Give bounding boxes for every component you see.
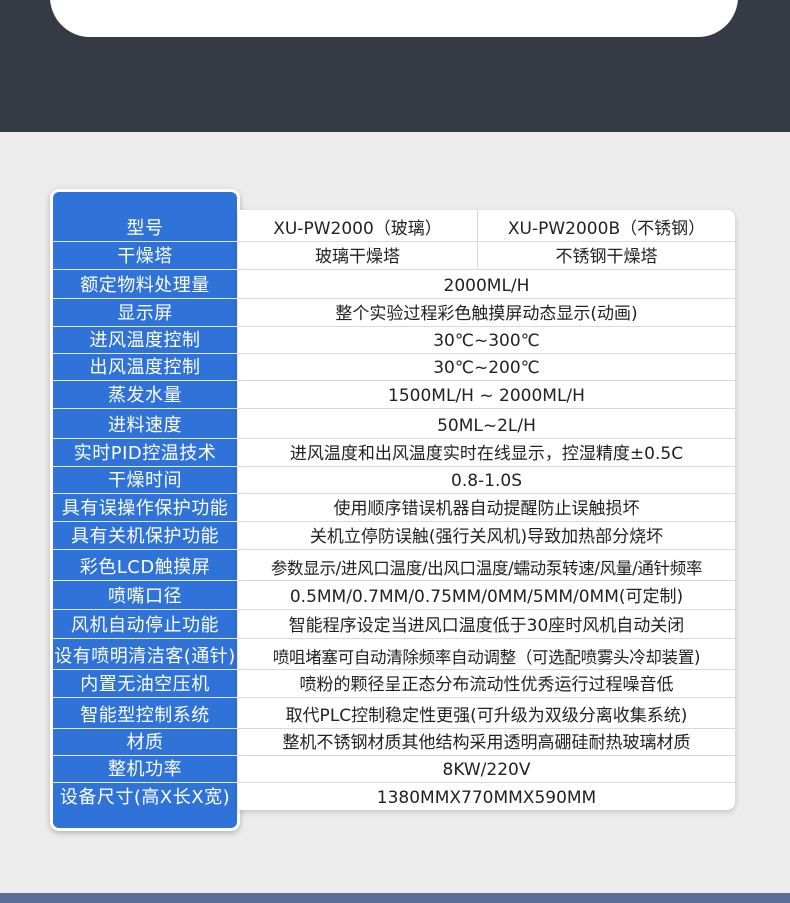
spec-row: 额定物料处理量 2000ML/H xyxy=(50,269,735,298)
spec-label: 型号 xyxy=(126,218,164,239)
spec-value: 不锈钢干燥塔 xyxy=(555,247,658,267)
spec-values: 参数显示/进风口温度/出风口温度/蠕动泵转速/风量/通针频率 xyxy=(238,549,735,580)
spec-values: 0.5MM/0.7MM/0.75MM/0MM/5MM/0MM(可定制) xyxy=(238,580,735,609)
spec-values: 8KW/220V xyxy=(238,755,735,782)
spec-values: 0.8-1.0S xyxy=(238,466,735,493)
spec-values: 智能程序设定当进风口温度低于30座时风机自动关闭 xyxy=(238,609,735,638)
spec-row: 干燥时间 0.8-1.0S xyxy=(50,466,735,493)
spec-label: 干燥时间 xyxy=(52,466,238,493)
spec-value: 0.8-1.0S xyxy=(451,471,522,491)
spec-value: 1500ML/H ~ 2000ML/H xyxy=(388,386,585,406)
spec-label: 彩色LCD触摸屏 xyxy=(52,549,238,580)
spec-values: 使用顺序错误机器自动提醒防止误触损坏 xyxy=(238,493,735,521)
spec-label: 额定物料处理量 xyxy=(52,269,238,298)
spec-row: 出风温度控制 30℃~200℃ xyxy=(50,353,735,380)
spec-value: 参数显示/进风口温度/出风口温度/蠕动泵转速/风量/通针频率 xyxy=(270,558,703,578)
spec-value: 进风温度和出风温度实时在线显示，控湿精度±0.5C xyxy=(289,444,684,464)
spec-label: 内置无油空压机 xyxy=(52,669,238,697)
bottom-strip xyxy=(0,893,790,903)
spec-values: 50ML~2L/H xyxy=(238,408,735,438)
spec-label: 进风温度控制 xyxy=(52,326,238,353)
spec-table: 型号 XU-PW2000（玻璃） XU-PW2000B（不锈钢） 干燥塔 玻璃干燥塔 不锈… xyxy=(50,189,735,831)
spec-row: 设有喷明清洁客(通针) 喷咀堵塞可自动清除频率自动调整（可选配喷雾头冷却装置) xyxy=(50,638,735,669)
spec-row: 内置无油空压机 喷粉的颗径呈正态分布流动性优秀运行过程噪音低 xyxy=(50,669,735,697)
spec-values: 取代PLC控制稳定性更强(可升级为双级分离收集系统) xyxy=(238,697,735,728)
spec-value: 30℃~200℃ xyxy=(433,358,540,378)
spec-row: 实时PID控温技术 进风温度和出风温度实时在线显示，控湿精度±0.5C xyxy=(50,438,735,466)
spec-values: 1500ML/H ~ 2000ML/H xyxy=(238,380,735,408)
spec-label: 整机功率 xyxy=(52,755,238,782)
spec-value: 8KW/220V xyxy=(442,760,531,780)
spec-row: 材质 整机不锈钢材质其他结构采用透明高硼硅耐热玻璃材质 xyxy=(50,728,735,755)
spec-row: 整机功率 8KW/220V xyxy=(50,755,735,782)
spec-label: 设有喷明清洁客(通针) xyxy=(52,638,238,669)
spec-values: 玻璃干燥塔 不锈钢干燥塔 xyxy=(238,241,735,269)
spec-value: 30℃~300℃ xyxy=(433,331,540,351)
spec-label: 干燥塔 xyxy=(52,241,238,269)
spec-row: 进风温度控制 30℃~300℃ xyxy=(50,326,735,353)
spec-value: 智能程序设定当进风口温度低于30座时风机自动关闭 xyxy=(288,616,685,636)
spec-label: 具有关机保护功能 xyxy=(52,521,238,549)
spec-label: 喷嘴口径 xyxy=(52,580,238,609)
spec-values: 喷咀堵塞可自动清除频率自动调整（可选配喷雾头冷却装置) xyxy=(238,638,735,669)
spec-row: 喷嘴口径 0.5MM/0.7MM/0.75MM/0MM/5MM/0MM(可定制) xyxy=(50,580,735,609)
spec-label: 显示屏 xyxy=(52,298,238,326)
spec-row: 具有关机保护功能 关机立停防误触(强行关风机)导致加热部分烧坏 xyxy=(50,521,735,549)
spec-row: 风机自动停止功能 智能程序设定当进风口温度低于30座时风机自动关闭 xyxy=(50,609,735,638)
spec-value: XU-PW2000B（不锈钢） xyxy=(507,219,706,239)
spec-label: 风机自动停止功能 xyxy=(52,609,238,638)
spec-value: 关机立停防误触(强行关风机)导致加热部分烧坏 xyxy=(309,527,664,547)
spec-label: 进料速度 xyxy=(52,408,238,438)
spec-values: 2000ML/H xyxy=(238,269,735,298)
spec-label: 实时PID控温技术 xyxy=(52,438,238,466)
spec-row: 进料速度 50ML~2L/H xyxy=(50,408,735,438)
spec-row: 型号 XU-PW2000（玻璃） XU-PW2000B（不锈钢） xyxy=(50,210,735,241)
spec-value: 玻璃干燥塔 xyxy=(238,242,478,269)
spec-label: 具有误操作保护功能 xyxy=(52,493,238,521)
spec-row: 蒸发水量 1500ML/H ~ 2000ML/H xyxy=(50,380,735,408)
spec-values: 1380MMX770MMX590MM xyxy=(238,782,735,810)
spec-label: 蒸发水量 xyxy=(52,380,238,408)
spec-value: 2000ML/H xyxy=(443,276,530,296)
spec-row: 智能型控制系统 取代PLC控制稳定性更强(可升级为双级分离收集系统) xyxy=(50,697,735,728)
spec-values: 喷粉的颗径呈正态分布流动性优秀运行过程噪音低 xyxy=(238,669,735,697)
spec-row: 显示屏 整个实验过程彩色触摸屏动态显示(动画) xyxy=(50,298,735,326)
spec-value: 1380MMX770MMX590MM xyxy=(376,788,597,808)
spec-row: 干燥塔 玻璃干燥塔 不锈钢干燥塔 xyxy=(50,241,735,269)
spec-value: 喷粉的颗径呈正态分布流动性优秀运行过程噪音低 xyxy=(299,675,674,695)
spec-values: 30℃~200℃ xyxy=(238,353,735,380)
spec-value: XU-PW2000（玻璃） xyxy=(238,210,478,241)
spec-value: 0.5MM/0.7MM/0.75MM/0MM/5MM/0MM(可定制) xyxy=(289,587,684,607)
spec-values: 30℃~300℃ xyxy=(238,326,735,353)
spec-row: 彩色LCD触摸屏 参数显示/进风口温度/出风口温度/蠕动泵转速/风量/通针频率 xyxy=(50,549,735,580)
spec-value: 50ML~2L/H xyxy=(437,416,536,436)
top-rounded-card xyxy=(50,0,738,37)
spec-label: 材质 xyxy=(52,728,238,755)
spec-value: 喷咀堵塞可自动清除频率自动调整（可选配喷雾头冷却装置) xyxy=(272,647,701,667)
spec-values: 整个实验过程彩色触摸屏动态显示(动画) xyxy=(238,298,735,326)
spec-label: 智能型控制系统 xyxy=(52,697,238,728)
spec-values: XU-PW2000（玻璃） XU-PW2000B（不锈钢） xyxy=(238,210,735,241)
spec-value: 整个实验过程彩色触摸屏动态显示(动画) xyxy=(335,304,638,324)
spec-value: 整机不锈钢材质其他结构采用透明高硼硅耐热玻璃材质 xyxy=(282,733,691,753)
spec-values: 进风温度和出风温度实时在线显示，控湿精度±0.5C xyxy=(238,438,735,466)
spec-label: 设备尺寸(高X长X宽) xyxy=(52,782,238,810)
spec-values: 关机立停防误触(强行关风机)导致加热部分烧坏 xyxy=(238,521,735,549)
spec-value: 使用顺序错误机器自动提醒防止误触损坏 xyxy=(333,499,640,519)
spec-row: 设备尺寸(高X长X宽) 1380MMX770MMX590MM xyxy=(50,782,735,810)
spec-row: 具有误操作保护功能 使用顺序错误机器自动提醒防止误触损坏 xyxy=(50,493,735,521)
spec-value: 取代PLC控制稳定性更强(可升级为双级分离收集系统) xyxy=(285,706,688,726)
spec-label: 出风温度控制 xyxy=(52,353,238,380)
spec-values: 整机不锈钢材质其他结构采用透明高硼硅耐热玻璃材质 xyxy=(238,728,735,755)
